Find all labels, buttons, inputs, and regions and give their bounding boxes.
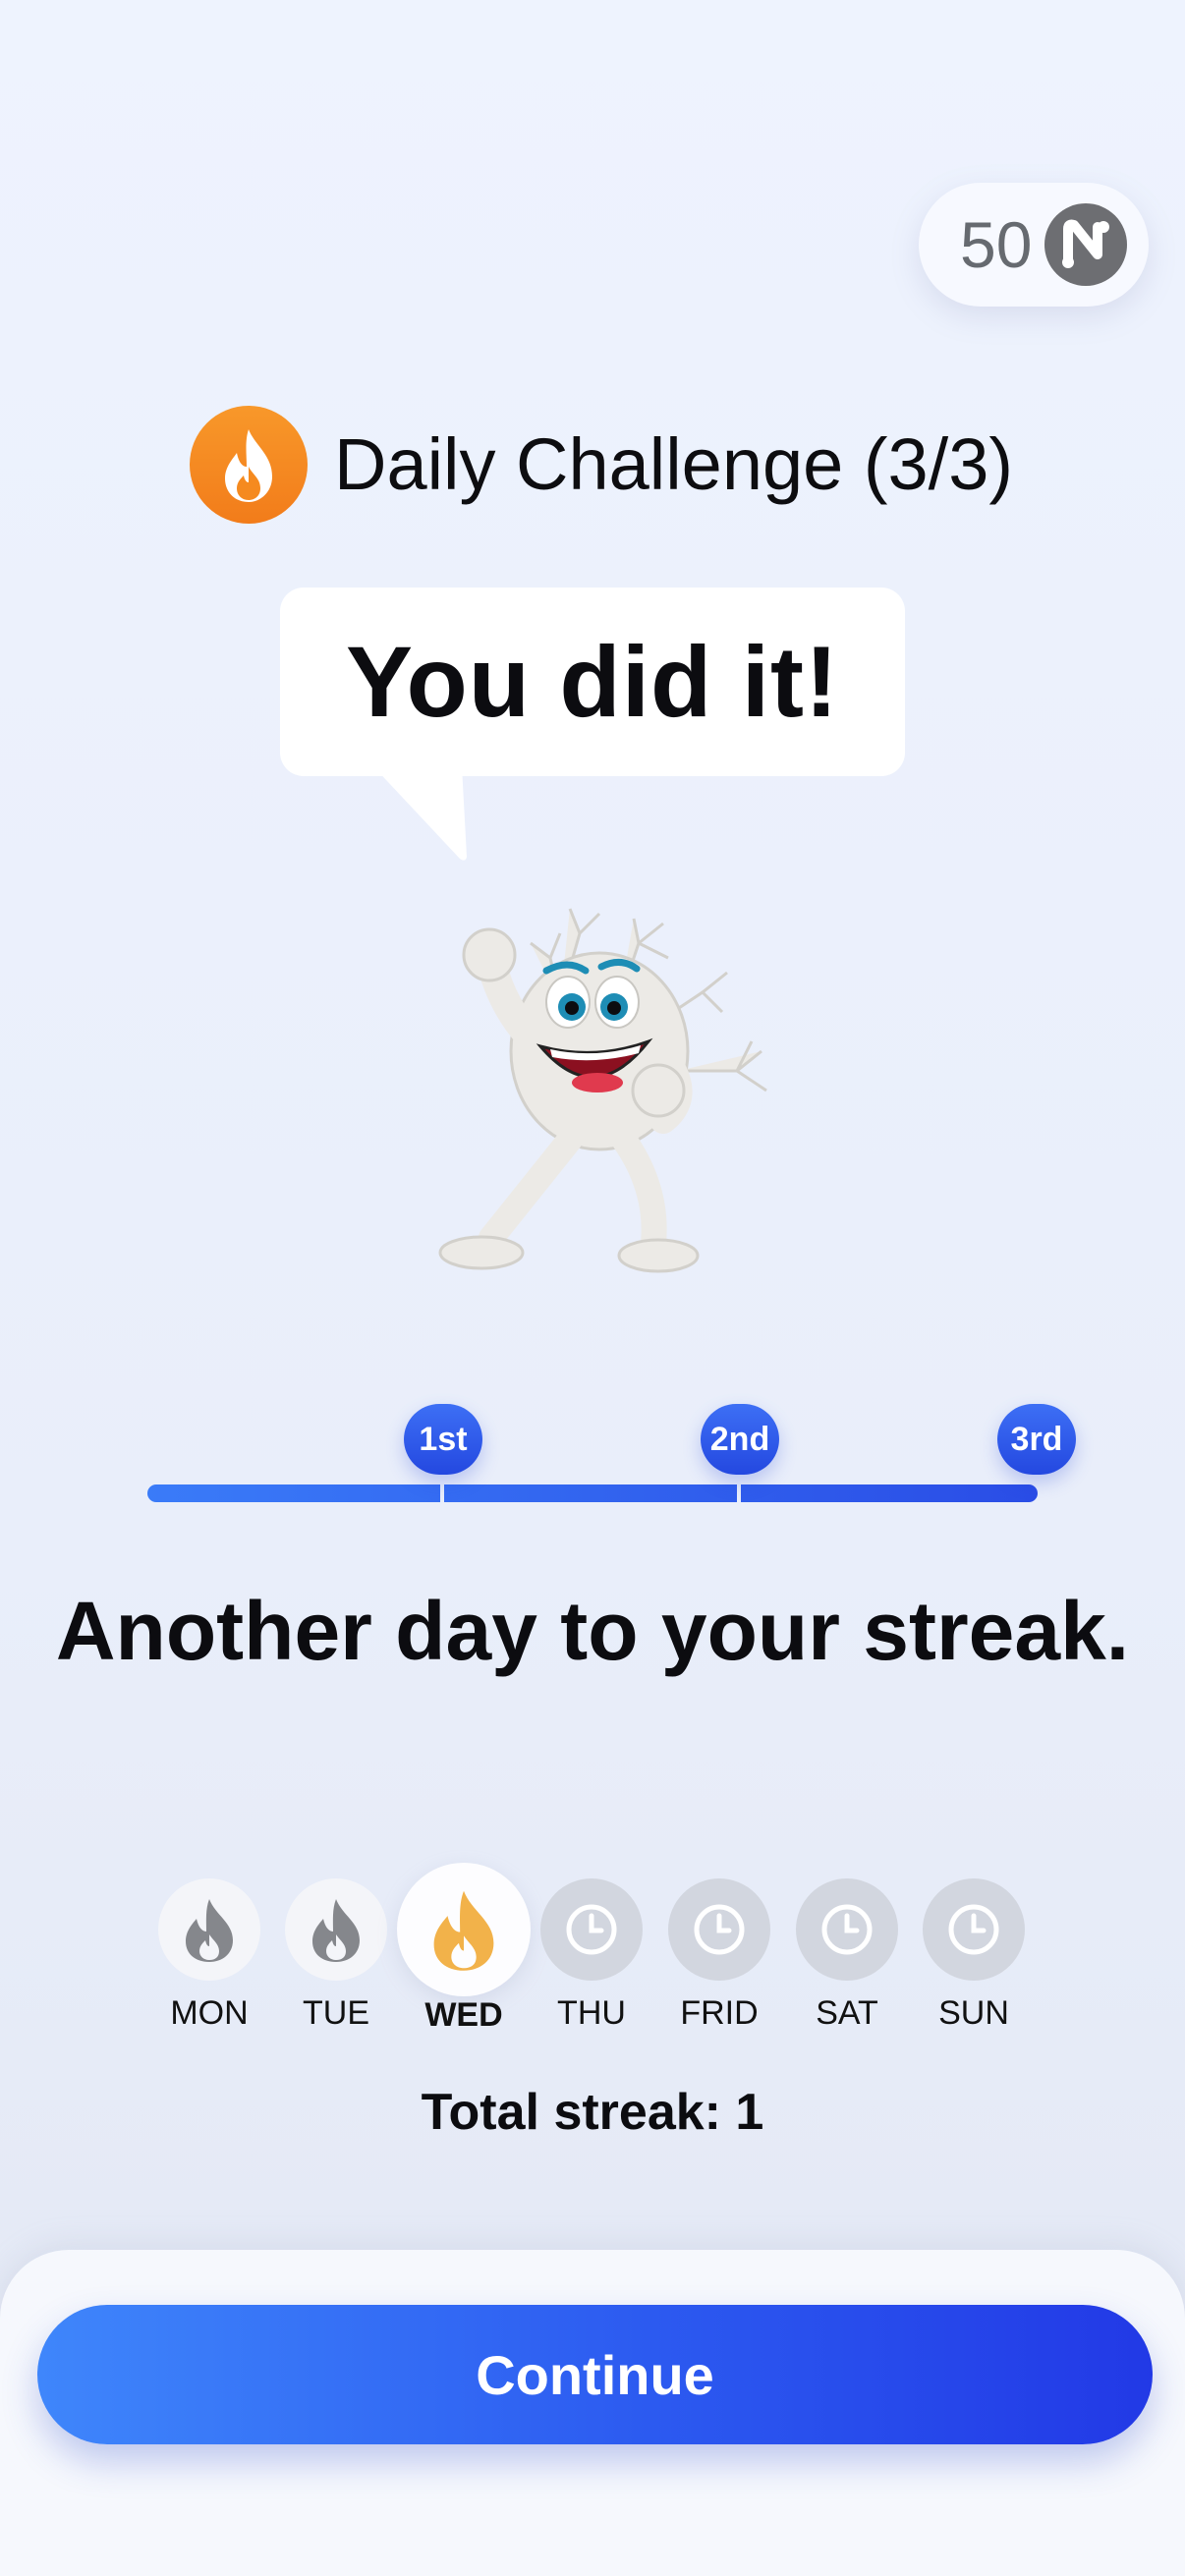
flame-icon [397, 1863, 531, 1996]
neuron-coin-icon [1044, 203, 1127, 286]
challenge-progress-track [147, 1484, 1038, 1502]
progress-divider [737, 1477, 741, 1506]
speech-bubble-tail [364, 766, 481, 865]
day-label: FRID [680, 1994, 759, 2032]
day-label: SUN [938, 1994, 1009, 2032]
day-thu: THU [540, 1878, 643, 2033]
flame-icon [158, 1878, 260, 1981]
flame-icon [190, 406, 308, 524]
bubble-text: You did it! [346, 625, 839, 738]
points-pill[interactable]: 50 [919, 183, 1149, 307]
day-label: SAT [816, 1994, 878, 2032]
speech-bubble: You did it! [280, 588, 905, 776]
milestone-3rd: 3rd [997, 1404, 1076, 1475]
day-label: TUE [303, 1994, 369, 2032]
milestone-2nd: 2nd [701, 1404, 779, 1475]
continue-button[interactable]: Continue [37, 2305, 1153, 2444]
points-value: 50 [960, 208, 1033, 281]
challenge-title: Daily Challenge (3/3) [334, 423, 1014, 505]
day-fri: FRID [668, 1878, 770, 2033]
day-label: WED [424, 1996, 503, 2034]
clock-icon [923, 1878, 1025, 1981]
day-wed: WED [397, 1863, 531, 2035]
day-label: MON [170, 1994, 249, 2032]
day-mon: MON [158, 1878, 260, 2033]
total-streak: Total streak: 1 [421, 2084, 764, 2141]
clock-icon [668, 1878, 770, 1981]
day-sat: SAT [796, 1878, 898, 2033]
day-sun: SUN [923, 1878, 1025, 2033]
progress-divider [440, 1477, 444, 1506]
day-label: THU [557, 1994, 626, 2032]
neuron-mascot-icon [413, 865, 816, 1277]
milestone-1st: 1st [404, 1404, 482, 1475]
clock-icon [540, 1878, 643, 1981]
streak-heading: Another day to your streak. [55, 1585, 1130, 1677]
flame-icon [285, 1878, 387, 1981]
day-tue: TUE [285, 1878, 387, 2033]
clock-icon [796, 1878, 898, 1981]
